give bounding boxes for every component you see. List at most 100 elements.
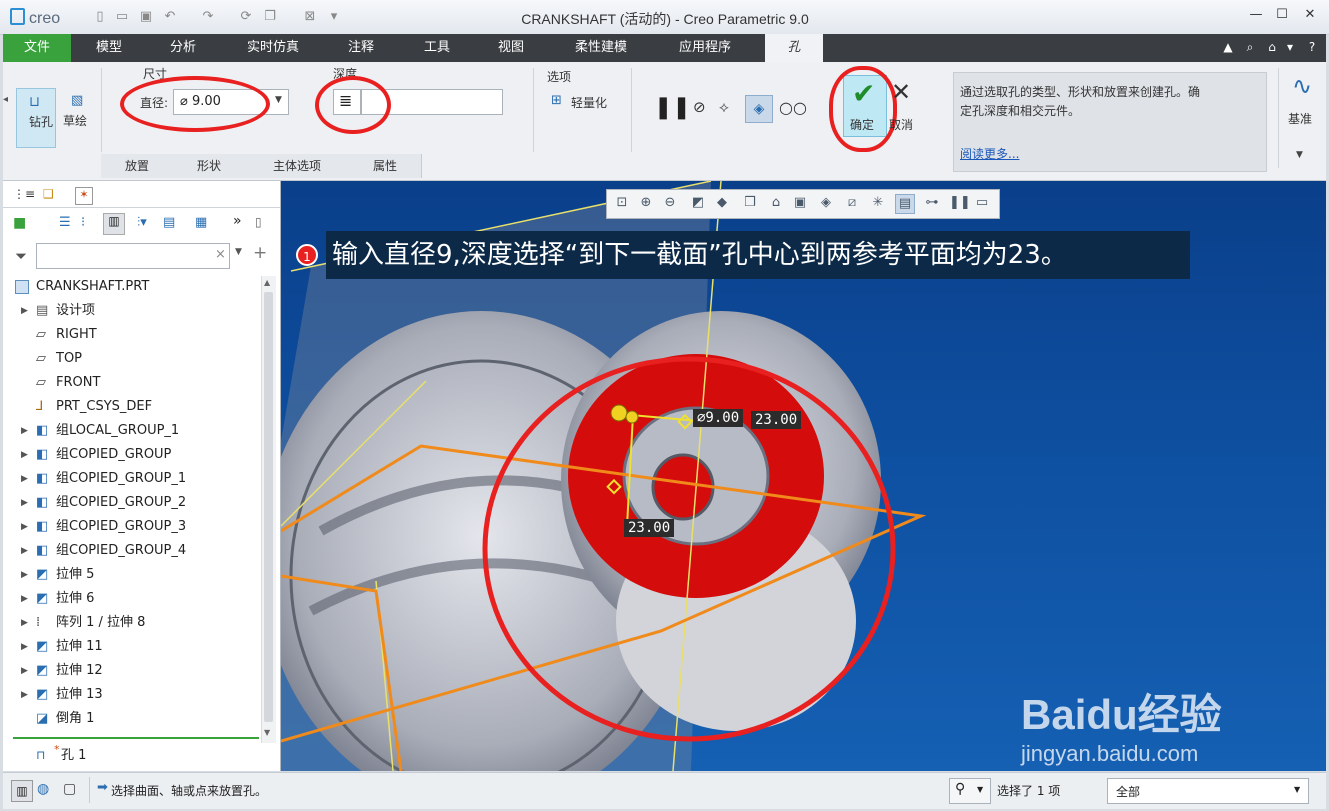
offset-dimension-label-2[interactable]: 23.00 — [624, 519, 675, 537]
search-dropdown-icon[interactable]: ▼ — [235, 247, 242, 257]
tree-item[interactable]: ▶ ◩ 拉伸 13 — [3, 683, 258, 707]
tree-item[interactable]: ▶ ◧ 组COPIED_GROUP_3 — [3, 515, 258, 539]
folder-browser-tab-icon[interactable]: ❑ — [43, 187, 59, 203]
tree-item-active-hole[interactable]: ⊓ * 孔 1 — [3, 743, 258, 768]
minimize-button[interactable]: — — [1246, 7, 1266, 25]
appearance-icon[interactable]: ◈ — [817, 194, 835, 212]
tree-item[interactable]: ▶ ◧ 组LOCAL_GROUP_1 — [3, 419, 258, 443]
tab-model[interactable]: 模型 — [81, 34, 137, 62]
add-icon[interactable]: + — [253, 243, 267, 263]
pause-icon[interactable]: ❚❚ — [654, 96, 691, 120]
datum-label[interactable]: 基准 — [1288, 110, 1312, 127]
expand-arrow-icon[interactable]: ▶ — [21, 611, 28, 635]
zoom-in-icon[interactable]: ⊕ — [637, 194, 655, 212]
columns-icon[interactable]: ▥ — [103, 213, 125, 235]
saved-orientations-icon[interactable]: ❒ — [741, 194, 759, 212]
lightweight-toggle[interactable]: ⊞ 轻量化 — [551, 92, 617, 112]
tree-item[interactable]: ▶ ◧ 组COPIED_GROUP_4 — [3, 539, 258, 563]
new-file-icon[interactable]: ▯ — [92, 9, 108, 25]
save-icon[interactable]: ▣ — [138, 9, 154, 25]
fullscreen-icon[interactable]: ▢ — [63, 781, 81, 799]
read-more-link[interactable]: 阅读更多... — [960, 145, 1019, 162]
tree-item[interactable]: ▱ FRONT — [3, 371, 258, 395]
scroll-up-icon[interactable]: ▲ — [264, 278, 270, 287]
favorites-tab-icon[interactable]: ✶ — [75, 187, 93, 205]
tree-settings-icon[interactable]: ⫶▾ — [137, 215, 157, 231]
expand-arrow-icon[interactable]: ▶ — [21, 515, 28, 539]
expand-arrow-icon[interactable]: ▶ — [21, 491, 28, 515]
collapse-left-icon[interactable]: ◂ — [3, 94, 13, 124]
close-button[interactable]: ✕ — [1300, 7, 1320, 25]
display-icon[interactable]: ▦ — [195, 215, 213, 231]
zoom-out-icon[interactable]: ⊖ — [661, 194, 679, 212]
regenerate-icon[interactable]: ⟳ — [238, 9, 254, 25]
redo-icon[interactable]: ↷ — [200, 9, 216, 25]
tab-annotate[interactable]: 注释 — [333, 34, 389, 62]
tab-analysis[interactable]: 分析 — [155, 34, 211, 62]
more-icon[interactable]: » — [233, 213, 251, 229]
tab-body-options[interactable]: 主体选项 — [245, 154, 350, 178]
expand-arrow-icon[interactable]: ▶ — [21, 635, 28, 659]
datum-dropdown-icon[interactable]: ▼ — [1296, 150, 1303, 160]
scrollbar-thumb[interactable] — [264, 292, 273, 722]
open-file-icon[interactable]: ▭ — [114, 9, 130, 25]
expand-arrow-icon[interactable]: ▶ — [21, 587, 28, 611]
tree-item[interactable]: ▱ RIGHT — [3, 323, 258, 347]
pause-animation-icon[interactable]: ❚❚ — [949, 194, 971, 212]
axis-display-icon[interactable]: ⊶ — [923, 194, 941, 212]
drill-hole-button[interactable]: ⊔ 钻孔 — [16, 88, 56, 148]
tree-item[interactable]: ◪ 倒角 1 — [3, 707, 258, 731]
glasses-icon[interactable]: ○○ — [779, 98, 809, 118]
graduation-cap-icon[interactable]: ⌂ — [1265, 40, 1279, 54]
tab-properties[interactable]: 属性 — [349, 154, 422, 178]
filter-icon[interactable]: ⏷ — [15, 247, 33, 265]
datum-icon[interactable]: ∿ — [1285, 72, 1319, 102]
tree-item[interactable]: ▱ TOP — [3, 347, 258, 371]
no-preview-icon[interactable]: ⊘ — [693, 98, 713, 118]
expand-arrow-icon[interactable]: ▶ — [21, 419, 28, 443]
refit-icon[interactable]: ⊡ — [613, 194, 631, 212]
dropdown-icon[interactable]: ▾ — [1283, 40, 1297, 54]
clear-icon[interactable]: × — [215, 247, 226, 262]
repaint-icon[interactable]: ◩ — [689, 194, 707, 212]
browser-toggle-icon[interactable]: ◍ — [37, 781, 55, 799]
cancel-button[interactable]: ✕ 取消 — [887, 76, 919, 136]
tab-flexible-modeling[interactable]: 柔性建模 — [559, 34, 643, 62]
expand-arrow-icon[interactable]: ▶ — [21, 467, 28, 491]
expand-arrow-icon[interactable]: ▶ — [21, 563, 28, 587]
tab-file[interactable]: 文件 — [3, 34, 71, 62]
tree-item[interactable]: ⅃ PRT_CSYS_DEF — [3, 395, 258, 419]
tab-view[interactable]: 视图 — [483, 34, 539, 62]
expand-arrow-icon[interactable]: ▶ — [21, 659, 28, 683]
undo-icon[interactable]: ↶ — [162, 9, 178, 25]
selection-filter-select[interactable]: 全部 ▼ — [1107, 778, 1309, 804]
scroll-down-icon[interactable]: ▼ — [264, 728, 270, 737]
tree-item[interactable]: ▶ ◩ 拉伸 12 — [3, 659, 258, 683]
offset-dimension-label-1[interactable]: 23.00 — [751, 411, 802, 429]
find-button[interactable]: ⚲ ▼ — [949, 778, 991, 804]
expand-arrow-icon[interactable]: ▶ — [21, 299, 28, 323]
tree-filter-icon[interactable]: ⁝ — [81, 215, 99, 231]
expand-arrow-icon[interactable]: ▶ — [21, 443, 28, 467]
tree-search-input[interactable]: × — [36, 243, 230, 269]
customize-toolbar-icon[interactable]: ▾ — [326, 9, 342, 25]
tree-item[interactable]: ▶ ◧ 组COPIED_GROUP_2 — [3, 491, 258, 515]
expand-arrow-icon[interactable]: ▶ — [21, 683, 28, 707]
diameter-dimension-label[interactable]: ⌀9.00 — [693, 409, 744, 427]
tree-columns-icon[interactable]: ▤ — [163, 215, 181, 231]
datum-display-icon[interactable]: ⧄ — [843, 194, 861, 212]
windows-icon[interactable]: ❐ — [262, 9, 278, 25]
tab-applications[interactable]: 应用程序 — [663, 34, 747, 62]
tree-root[interactable]: CRANKSHAFT.PRT — [3, 275, 258, 299]
chevron-down-icon[interactable]: ▼ — [275, 95, 282, 105]
sketch-hole-button[interactable]: ▧ 草绘 — [59, 88, 97, 146]
tab-placement[interactable]: 放置 — [101, 154, 174, 178]
close-window-icon[interactable]: ⊠ — [302, 9, 318, 25]
collapse-ribbon-icon[interactable]: ▲ — [1221, 40, 1235, 54]
tab-tools[interactable]: 工具 — [409, 34, 465, 62]
tree-item[interactable]: ▶ ◩ 拉伸 6 — [3, 587, 258, 611]
display-style-icon[interactable]: ◆ — [713, 194, 731, 212]
graphics-viewport[interactable]: ⌀9.00 23.00 23.00 ⊡ ⊕ ⊖ ◩ ◆ ❒ ⌂ ▣ ◈ ⧄ ✳ … — [281, 181, 1326, 771]
tab-shape[interactable]: 形状 — [173, 154, 246, 178]
maximize-button[interactable]: ☐ — [1272, 7, 1292, 25]
